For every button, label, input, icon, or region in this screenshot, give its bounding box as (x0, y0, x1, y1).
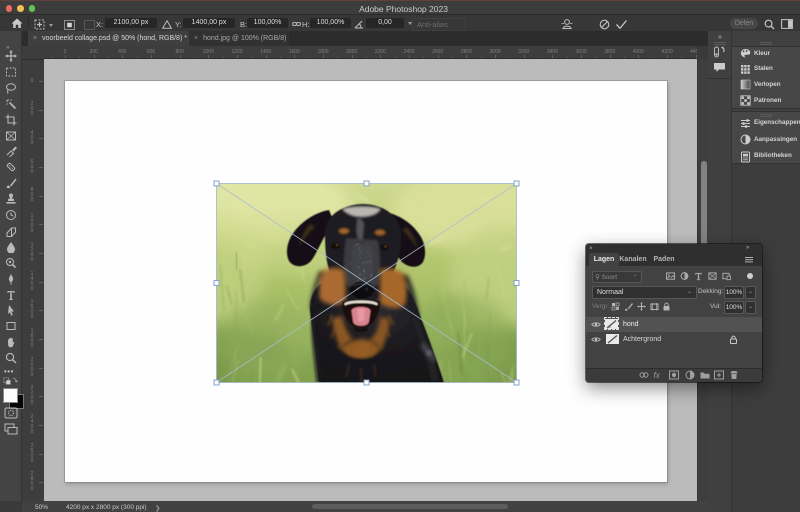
svg-text:fx: fx (654, 371, 661, 380)
